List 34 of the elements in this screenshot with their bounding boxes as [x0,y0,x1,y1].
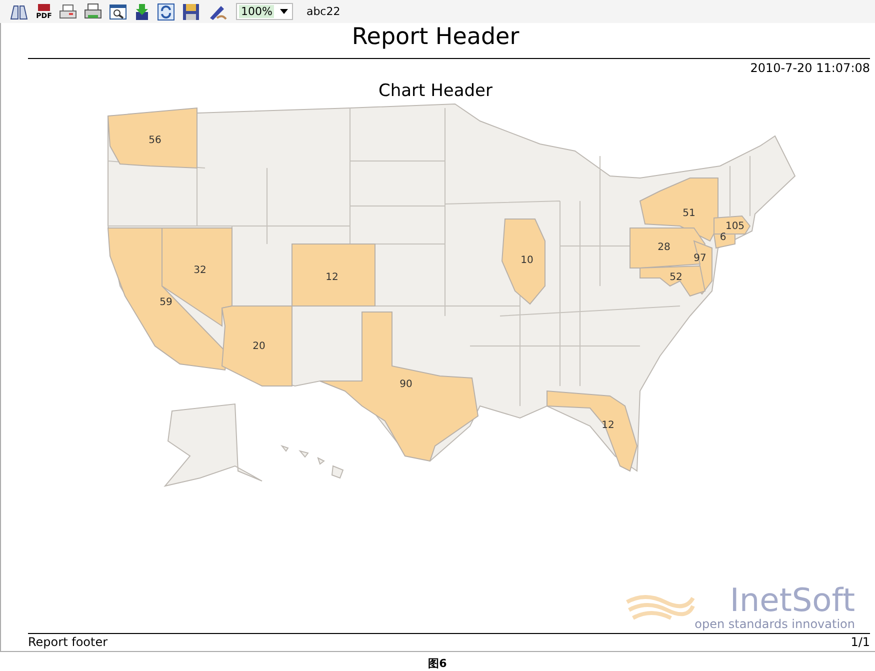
caret-icon [280,9,288,14]
state-value: 56 [148,135,162,146]
state-value: 20 [252,341,266,352]
printer-icon[interactable] [84,2,102,20]
state-value: 105 [725,221,745,232]
chart-header: Chart Header [378,81,493,101]
state-value: 52 [670,272,682,283]
book-icon [36,3,52,12]
state-value: 12 [326,272,338,283]
page-number: 1/1 [850,635,870,649]
figure-caption: 图6 [428,657,447,670]
binoculars-icon[interactable] [9,2,29,20]
logo-tagline: open standards innovation [694,617,855,631]
timestamp: 2010-7-20 11:07:08 [750,61,870,75]
user-name: abc22 [306,5,340,18]
state-value: 6 [720,232,726,243]
state-value: 10 [520,255,534,266]
refresh-icon[interactable] [157,2,175,20]
state-value: 28 [658,242,670,253]
report-header: Report Header [350,23,520,52]
report-footer: Report footer [28,635,108,649]
preview-icon[interactable] [109,2,127,20]
save-icon[interactable] [182,2,200,20]
state-value: 51 [682,208,696,219]
state-value: 90 [400,379,412,390]
state-value: 59 [160,297,172,308]
logo-name: InetSoft [730,583,855,617]
state-value: 32 [194,265,206,276]
state-value: 97 [694,253,706,264]
state-value: 12 [602,420,614,431]
printer-icon[interactable] [59,2,77,20]
hawaii-drawing [280,445,344,479]
zoom-dropdown[interactable]: 100% [236,3,294,20]
download-icon[interactable] [134,2,150,20]
